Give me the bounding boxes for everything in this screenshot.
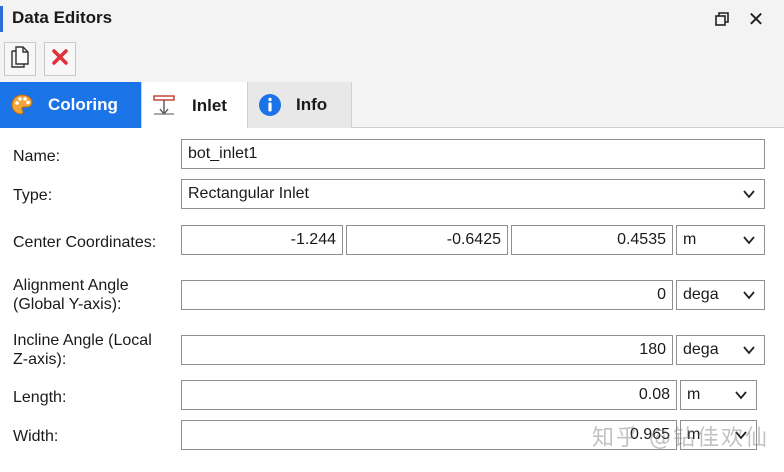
chevron-down-icon bbox=[743, 291, 755, 300]
palette-icon bbox=[10, 93, 34, 117]
center-x-input[interactable]: -1.244 bbox=[181, 225, 343, 255]
delete-button[interactable] bbox=[44, 42, 76, 76]
chevron-down-icon bbox=[743, 236, 755, 245]
incline-unit-select[interactable]: dega bbox=[676, 335, 765, 365]
chevron-down-icon bbox=[743, 190, 755, 199]
info-icon bbox=[258, 93, 282, 117]
new-document-icon bbox=[11, 45, 29, 73]
tab-inlet[interactable]: Inlet bbox=[141, 82, 248, 129]
inlet-form: Name: bot_inlet1 Type: Rectangular Inlet… bbox=[0, 128, 784, 472]
incline-unit-value: dega bbox=[683, 341, 719, 358]
restore-window-icon[interactable] bbox=[711, 8, 733, 30]
delete-x-icon bbox=[52, 48, 68, 70]
tab-info-label: Info bbox=[296, 95, 328, 114]
tab-info[interactable]: Info bbox=[248, 82, 352, 128]
new-button[interactable] bbox=[4, 42, 36, 76]
window-title: Data Editors bbox=[12, 8, 113, 27]
center-coordinates-label: Center Coordinates: bbox=[13, 234, 157, 251]
alignment-angle-label-line1: Alignment Angle bbox=[13, 277, 129, 294]
chevron-down-icon bbox=[735, 391, 747, 400]
length-label: Length: bbox=[13, 389, 67, 406]
tab-bar: Coloring Inlet Info bbox=[0, 82, 784, 129]
tab-coloring[interactable]: Coloring bbox=[0, 82, 141, 128]
tab-coloring-label: Coloring bbox=[48, 95, 118, 114]
length-unit-select[interactable]: m bbox=[680, 380, 757, 410]
incline-angle-input[interactable]: 180 bbox=[181, 335, 673, 365]
width-label: Width: bbox=[13, 428, 59, 445]
type-label: Type: bbox=[13, 187, 53, 204]
alignment-angle-input[interactable]: 0 bbox=[181, 280, 673, 310]
name-input[interactable]: bot_inlet1 bbox=[181, 139, 765, 169]
alignment-unit-select[interactable]: dega bbox=[676, 280, 765, 310]
center-unit-value: m bbox=[683, 231, 697, 248]
toolbar bbox=[0, 38, 784, 82]
close-window-button[interactable]: ✕ bbox=[745, 8, 767, 31]
incline-angle-label-line1: Incline Angle (Local bbox=[13, 332, 152, 349]
alignment-angle-label: Alignment Angle (Global Y-axis): bbox=[13, 276, 129, 314]
tab-inlet-label: Inlet bbox=[192, 95, 227, 115]
alignment-unit-value: dega bbox=[683, 286, 719, 303]
title-bar: Data Editors ✕ bbox=[0, 0, 784, 38]
center-y-input[interactable]: -0.6425 bbox=[346, 225, 508, 255]
center-z-input[interactable]: 0.4535 bbox=[511, 225, 673, 255]
chevron-down-icon bbox=[743, 346, 755, 355]
incline-angle-label: Incline Angle (Local Z-axis): bbox=[13, 331, 152, 369]
inlet-icon bbox=[152, 94, 178, 118]
incline-angle-label-line2: Z-axis): bbox=[13, 351, 67, 368]
name-label: Name: bbox=[13, 148, 61, 165]
type-select-value: Rectangular Inlet bbox=[188, 185, 309, 202]
title-accent-bar bbox=[0, 6, 3, 32]
watermark-text: 知乎 @钻佳欢仙 bbox=[592, 426, 769, 451]
type-select[interactable]: Rectangular Inlet bbox=[181, 179, 765, 209]
alignment-angle-label-line2: (Global Y-axis): bbox=[13, 296, 122, 313]
length-input[interactable]: 0.08 bbox=[181, 380, 677, 410]
center-unit-select[interactable]: m bbox=[676, 225, 765, 255]
length-unit-value: m bbox=[687, 386, 701, 403]
